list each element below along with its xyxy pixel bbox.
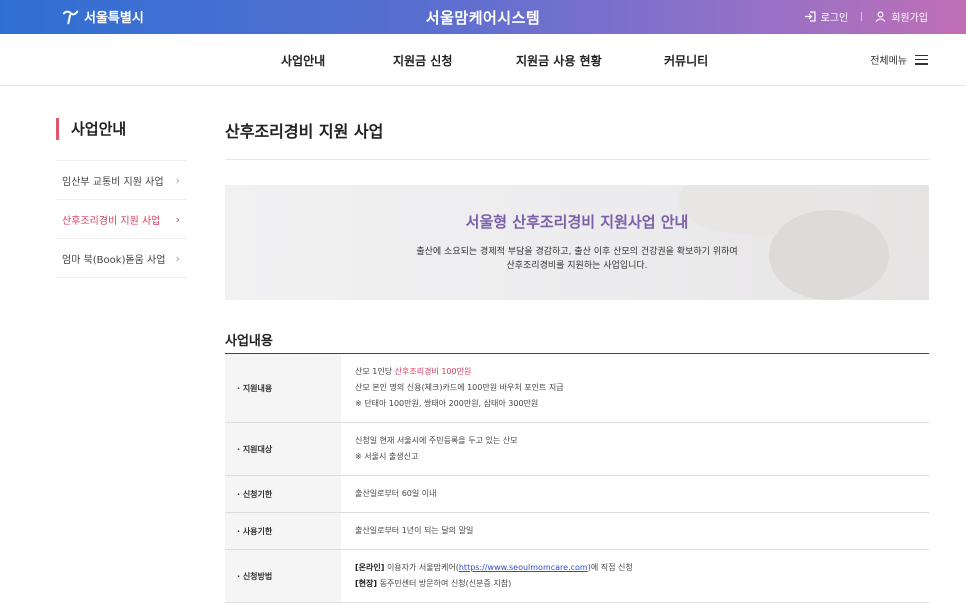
all-menu-label: 전체메뉴 — [870, 56, 907, 67]
row-value-target: 신청일 현재 서울시에 주민등록을 두고 있는 산모 ※ 서울시 출생신고 — [341, 422, 929, 476]
support-line3: ※ 단태아 100만원, 쌍태아 200만원, 삼태아 300만원 — [355, 399, 539, 408]
top-bar: 서울특별시 서울맘케어시스템 로그인 회원가입 — [0, 0, 966, 34]
main-navigation: 사업안내 지원금 신청 지원금 사용 현황 커뮤니티 전체메뉴 — [0, 34, 966, 86]
online-text: 이용자가 서울맘케어( — [384, 563, 459, 572]
onsite-tag: [현장] — [355, 579, 378, 588]
all-menu-button[interactable]: 전체메뉴 — [870, 52, 928, 67]
nav-item-community[interactable]: 커뮤니티 — [664, 52, 708, 69]
chevron-right-icon: › — [175, 173, 180, 187]
login-label: 로그인 — [820, 13, 849, 24]
side-nav-item-book[interactable]: 엄마 북(Book)돋움 사업 › — [56, 239, 186, 278]
user-icon — [875, 11, 886, 22]
table-row: · 사용기한 출산일로부터 1년이 되는 달의 말일 — [225, 512, 929, 550]
nav-item-business-info[interactable]: 사업안내 — [281, 52, 325, 69]
row-value-usage: 출산일로부터 1년이 되는 달의 말일 — [341, 512, 929, 550]
banner-description: 출산에 소요되는 경제적 부담을 경감하고, 출산 이후 산모의 건강권을 확보… — [225, 245, 929, 273]
chevron-right-icon: › — [175, 251, 180, 265]
seoulmomcare-link[interactable]: https://www.seoulmomcare.com — [459, 563, 588, 572]
table-row: · 지원대상 신청일 현재 서울시에 주민등록을 두고 있는 산모 ※ 서울시 … — [225, 422, 929, 476]
login-link[interactable]: 로그인 — [804, 9, 849, 24]
support-line1-prefix: 산모 1인당 — [355, 367, 395, 376]
row-label-target: · 지원대상 — [225, 422, 341, 476]
side-navigation: 사업안내 임산부 교통비 지원 사업 › 산후조리경비 지원 사업 › 엄마 북… — [56, 118, 186, 278]
business-details-table: · 지원내용 산모 1인당 산후조리경비 100만원 산모 본인 명의 신용(체… — [225, 353, 929, 603]
row-value-support: 산모 1인당 산후조리경비 100만원 산모 본인 명의 신용(체크)카드에 1… — [341, 353, 929, 423]
online-tag: [온라인] — [355, 563, 385, 572]
side-nav-list: 임산부 교통비 지원 사업 › 산후조리경비 지원 사업 › 엄마 북(Book… — [56, 160, 186, 278]
table-row: · 신청기한 출산일로부터 60일 이내 — [225, 475, 929, 513]
row-label-period: · 신청기한 — [225, 475, 341, 513]
target-line2: ※ 서울시 출생신고 — [355, 452, 419, 461]
row-label-usage: · 사용기한 — [225, 512, 341, 550]
page-title: 산후조리경비 지원 사업 — [225, 118, 929, 160]
side-nav-item-label: 산후조리경비 지원 사업 — [62, 215, 161, 227]
banner-title: 서울형 산후조리경비 지원사업 안내 — [465, 213, 689, 231]
banner-desc-line2: 산후조리경비를 지원하는 사업입니다. — [506, 261, 648, 271]
signup-label: 회원가입 — [891, 13, 928, 24]
online-suffix: )에 직접 신청 — [587, 563, 633, 572]
nav-item-usage-status[interactable]: 지원금 사용 현황 — [516, 52, 602, 69]
onsite-text: 동주민센터 방문하여 신청(신분증 지참) — [377, 579, 512, 588]
side-nav-item-transport[interactable]: 임산부 교통비 지원 사업 › — [56, 161, 186, 200]
chevron-right-icon: › — [175, 212, 180, 226]
nav-item-apply-support[interactable]: 지원금 신청 — [393, 52, 452, 69]
section-title: 사업내용 — [225, 334, 273, 349]
hamburger-icon — [915, 54, 928, 65]
util-divider — [861, 12, 863, 21]
table-row: · 지원내용 산모 1인당 산후조리경비 100만원 산모 본인 명의 신용(체… — [225, 353, 929, 423]
utility-menu: 로그인 회원가입 — [804, 9, 928, 24]
support-amount-highlight: 산후조리경비 100만원 — [394, 367, 472, 376]
banner-desc-line1: 출산에 소요되는 경제적 부담을 경감하고, 출산 이후 산모의 건강권을 확보… — [416, 247, 738, 257]
support-line2: 산모 본인 명의 신용(체크)카드에 100만원 바우처 포인트 지급 — [355, 383, 564, 392]
side-nav-item-label: 임산부 교통비 지원 사업 — [62, 176, 164, 188]
signup-link[interactable]: 회원가입 — [875, 9, 928, 24]
side-nav-item-postpartum[interactable]: 산후조리경비 지원 사업 › — [56, 200, 186, 239]
main-content: 산후조리경비 지원 사업 서울형 산후조리경비 지원사업 안내 출산에 소요되는… — [225, 118, 929, 603]
row-value-period: 출산일로부터 60일 이내 — [341, 475, 929, 513]
side-nav-title: 사업안내 — [56, 118, 186, 140]
login-icon — [804, 11, 816, 22]
row-label-support: · 지원내용 — [225, 353, 341, 423]
side-nav-item-label: 엄마 북(Book)돋움 사업 — [62, 254, 166, 266]
target-line1: 신청일 현재 서울시에 주민등록을 두고 있는 산모 — [355, 436, 518, 445]
info-banner: 서울형 산후조리경비 지원사업 안내 출산에 소요되는 경제적 부담을 경감하고… — [225, 185, 929, 300]
